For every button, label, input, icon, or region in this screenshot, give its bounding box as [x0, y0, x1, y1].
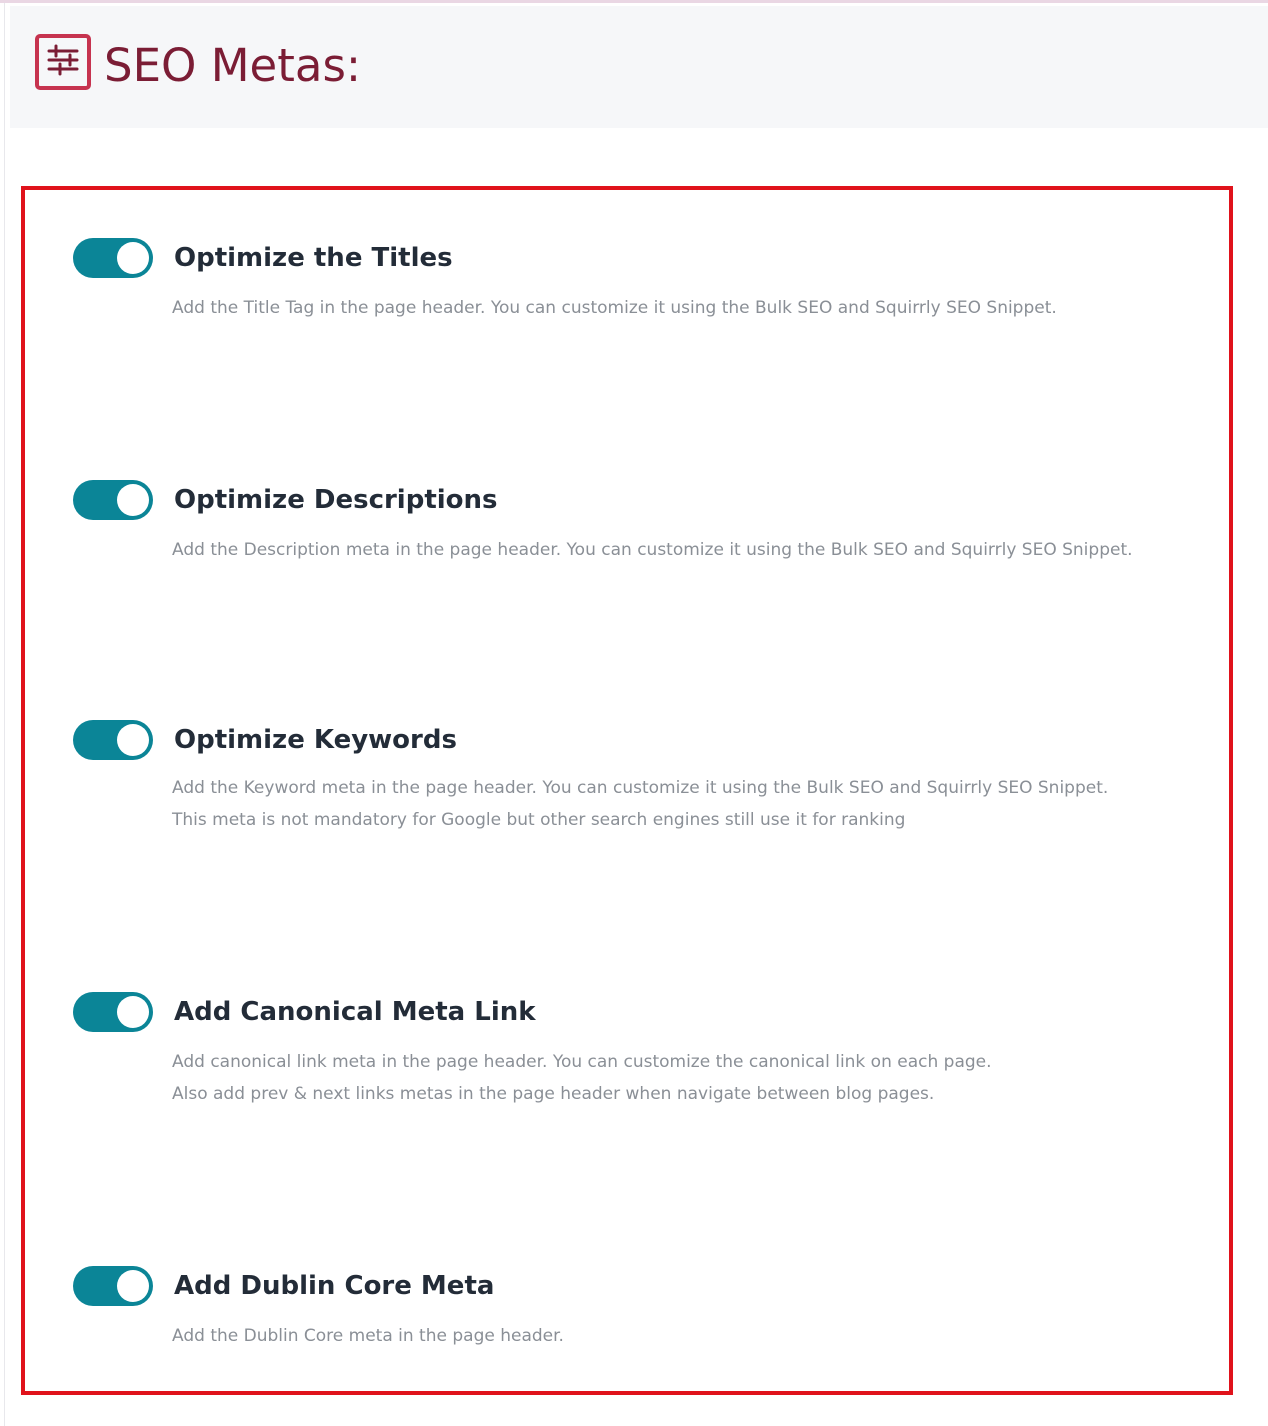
toggle-dublin-core[interactable]	[73, 1266, 153, 1306]
option-description-line-2: This meta is not mandatory for Google bu…	[172, 810, 906, 830]
toggle-knob	[117, 1270, 149, 1302]
left-divider	[4, 3, 5, 1426]
option-title: Optimize Keywords	[174, 725, 457, 755]
option-title: Add Canonical Meta Link	[174, 997, 536, 1027]
option-description: Add the Title Tag in the page header. Yo…	[172, 298, 1057, 318]
toggle-knob	[117, 724, 149, 756]
toggle-optimize-descriptions[interactable]	[73, 480, 153, 520]
option-description-line-2: Also add prev & next links metas in the …	[172, 1084, 935, 1104]
option-description: Add canonical link meta in the page head…	[172, 1052, 992, 1072]
option-title: Optimize the Titles	[174, 243, 453, 273]
seo-options-panel: Optimize the Titles Add the Title Tag in…	[21, 186, 1233, 1395]
toggle-knob	[117, 996, 149, 1028]
toggle-knob	[117, 484, 149, 516]
top-divider	[0, 0, 1268, 3]
seo-metas-page: SEO Metas: Optimize the Titles Add the T…	[0, 0, 1268, 1426]
option-title: Optimize Descriptions	[174, 485, 498, 515]
toggle-optimize-keywords[interactable]	[73, 720, 153, 760]
option-description: Add the Description meta in the page hea…	[172, 540, 1133, 560]
settings-list-icon	[34, 33, 92, 91]
page-title: SEO Metas:	[104, 39, 362, 92]
option-description: Add the Dublin Core meta in the page hea…	[172, 1326, 564, 1346]
toggle-canonical-link[interactable]	[73, 992, 153, 1032]
toggle-knob	[117, 242, 149, 274]
option-description: Add the Keyword meta in the page header.…	[172, 778, 1109, 798]
section-header: SEO Metas:	[10, 6, 1268, 128]
toggle-optimize-titles[interactable]	[73, 238, 153, 278]
option-title: Add Dublin Core Meta	[174, 1271, 495, 1301]
